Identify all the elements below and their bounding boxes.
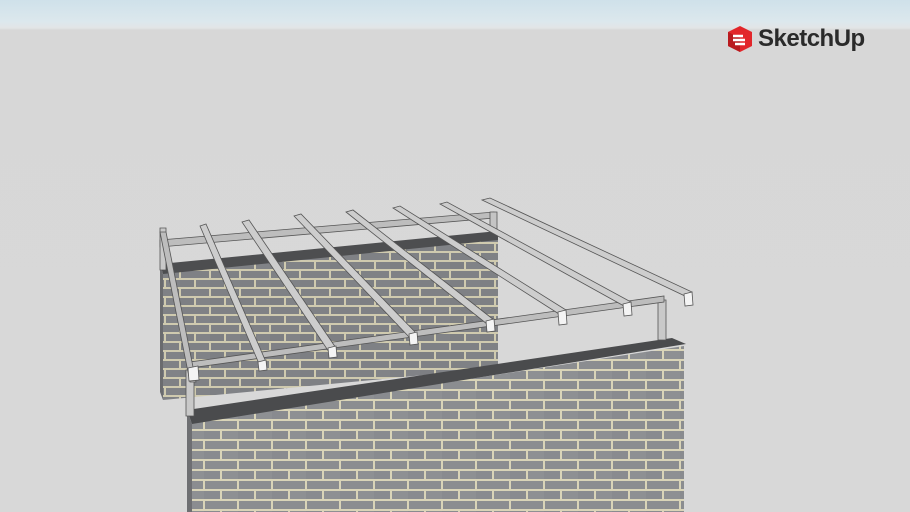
sketchup-logo-icon xyxy=(728,26,752,52)
model-viewport[interactable]: SketchUp xyxy=(0,0,910,512)
brand-name: SketchUp xyxy=(758,25,865,52)
sketchup-logo: SketchUp xyxy=(724,22,865,56)
model-scene xyxy=(159,197,694,512)
